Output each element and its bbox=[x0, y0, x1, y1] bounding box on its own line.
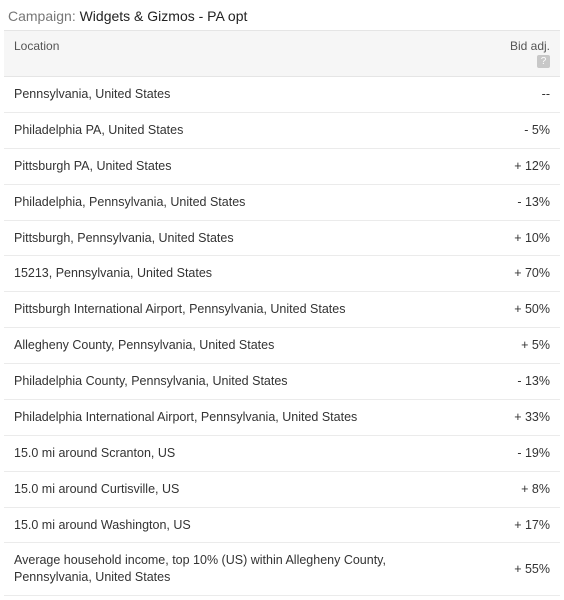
location-cell[interactable]: Philadelphia, Pennsylvania, United State… bbox=[4, 184, 464, 220]
bid-adj-cell[interactable]: + 12% bbox=[464, 148, 560, 184]
table-row[interactable]: 15.0 mi around Washington, US+ 17% bbox=[4, 507, 560, 543]
bid-adj-cell[interactable]: + 70% bbox=[464, 256, 560, 292]
table-row[interactable]: Pittsburgh PA, United States+ 12% bbox=[4, 148, 560, 184]
table-row[interactable]: Allegheny County, Pennsylvania, United S… bbox=[4, 328, 560, 364]
table-row[interactable]: Pittsburgh International Airport, Pennsy… bbox=[4, 292, 560, 328]
table-row[interactable]: Philadelphia, Pennsylvania, United State… bbox=[4, 184, 560, 220]
help-icon[interactable]: ? bbox=[537, 55, 550, 68]
bid-adj-cell[interactable]: + 55% bbox=[464, 543, 560, 596]
location-cell[interactable]: Philadelphia PA, United States bbox=[4, 112, 464, 148]
column-header-bid-adj-label: Bid adj. bbox=[510, 39, 550, 53]
column-header-bid-adj[interactable]: Bid adj. ? bbox=[464, 31, 560, 77]
location-cell[interactable]: Pittsburgh PA, United States bbox=[4, 148, 464, 184]
location-cell[interactable]: 15.0 mi around Washington, US bbox=[4, 507, 464, 543]
location-cell[interactable]: Pennsylvania, United States bbox=[4, 77, 464, 113]
bid-adj-cell[interactable]: + 50% bbox=[464, 292, 560, 328]
location-cell[interactable]: Pittsburgh, Pennsylvania, United States bbox=[4, 220, 464, 256]
table-row[interactable]: Pennsylvania, United States-- bbox=[4, 77, 560, 113]
table-row[interactable]: Pittsburgh, Pennsylvania, United States+… bbox=[4, 220, 560, 256]
column-header-location[interactable]: Location bbox=[4, 31, 464, 77]
bid-adj-cell[interactable]: + 5% bbox=[464, 328, 560, 364]
location-cell[interactable]: 15.0 mi around Curtisville, US bbox=[4, 471, 464, 507]
bid-adj-cell[interactable]: - 5% bbox=[464, 112, 560, 148]
bid-adj-cell[interactable]: -- bbox=[464, 77, 560, 113]
location-cell[interactable]: Philadelphia County, Pennsylvania, Unite… bbox=[4, 364, 464, 400]
table-row[interactable]: 15.0 mi around Curtisville, US+ 8% bbox=[4, 471, 560, 507]
location-cell[interactable]: 15.0 mi around Scranton, US bbox=[4, 435, 464, 471]
campaign-name: Widgets & Gizmos - PA opt bbox=[80, 8, 248, 24]
table-row[interactable]: Average household income, top 10% (US) w… bbox=[4, 543, 560, 596]
table-row[interactable]: Philadelphia PA, United States- 5% bbox=[4, 112, 560, 148]
bid-adj-cell[interactable]: + 10% bbox=[464, 220, 560, 256]
table-row[interactable]: Philadelphia International Airport, Penn… bbox=[4, 399, 560, 435]
bid-adj-cell[interactable]: + 8% bbox=[464, 471, 560, 507]
table-header-row: Location Bid adj. ? bbox=[4, 31, 560, 77]
bid-adj-cell[interactable]: + 17% bbox=[464, 507, 560, 543]
location-cell[interactable]: 15213, Pennsylvania, United States bbox=[4, 256, 464, 292]
campaign-header: Campaign: Widgets & Gizmos - PA opt bbox=[4, 4, 560, 30]
location-cell[interactable]: Philadelphia International Airport, Penn… bbox=[4, 399, 464, 435]
campaign-label: Campaign: bbox=[8, 8, 76, 24]
table-row[interactable]: 15.0 mi around Scranton, US- 19% bbox=[4, 435, 560, 471]
bid-adj-cell[interactable]: - 13% bbox=[464, 184, 560, 220]
table-row[interactable]: Philadelphia County, Pennsylvania, Unite… bbox=[4, 364, 560, 400]
bid-adj-cell[interactable]: + 33% bbox=[464, 399, 560, 435]
location-cell[interactable]: Pittsburgh International Airport, Pennsy… bbox=[4, 292, 464, 328]
locations-table: Location Bid adj. ? Pennsylvania, United… bbox=[4, 30, 560, 596]
bid-adj-cell[interactable]: - 13% bbox=[464, 364, 560, 400]
location-cell[interactable]: Average household income, top 10% (US) w… bbox=[4, 543, 464, 596]
location-cell[interactable]: Allegheny County, Pennsylvania, United S… bbox=[4, 328, 464, 364]
table-row[interactable]: 15213, Pennsylvania, United States+ 70% bbox=[4, 256, 560, 292]
bid-adj-cell[interactable]: - 19% bbox=[464, 435, 560, 471]
